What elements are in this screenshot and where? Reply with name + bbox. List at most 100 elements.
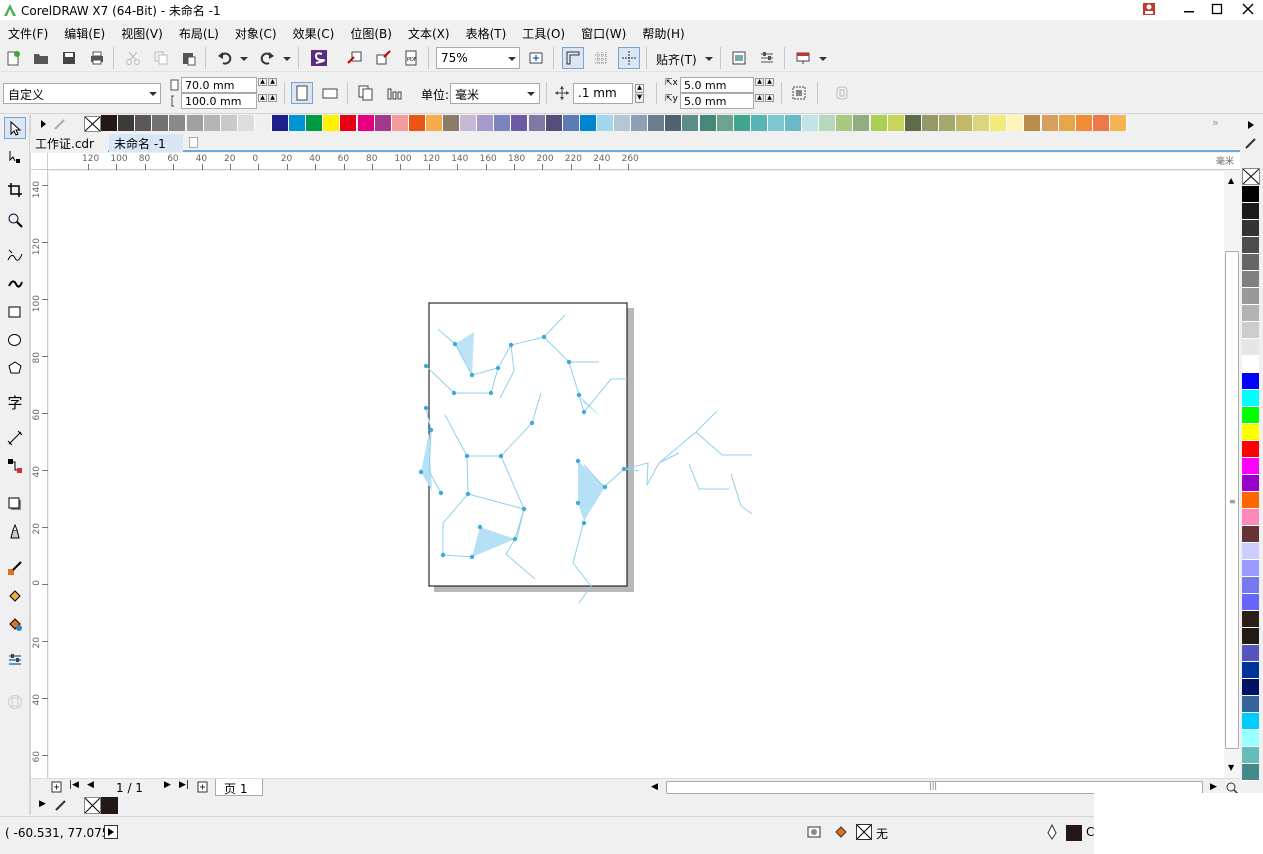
side-palette-swatch[interactable] [1242, 577, 1259, 594]
color-proof-icon[interactable] [806, 824, 822, 840]
side-palette-swatch[interactable] [1242, 390, 1259, 407]
portrait-orientation-icon[interactable] [291, 82, 313, 104]
palette-swatch[interactable] [135, 115, 153, 131]
palette-swatch[interactable] [443, 115, 461, 131]
side-palette-swatch[interactable] [1242, 288, 1259, 305]
dupy-spin-up[interactable]: ▲ [755, 94, 764, 102]
lock-bar-icon[interactable] [831, 82, 853, 104]
zoom-tool-icon[interactable] [4, 209, 26, 231]
side-palette-swatch[interactable] [1242, 458, 1259, 475]
duplicate-y-input[interactable]: 5.0 mm [680, 93, 754, 109]
palette-swatch[interactable] [1041, 115, 1059, 131]
no-color-swatch[interactable] [84, 116, 101, 132]
freehand-tool-icon[interactable] [4, 245, 26, 267]
dupy-spin-down[interactable]: ▲ [765, 94, 774, 102]
palette-swatch[interactable] [323, 115, 341, 131]
palette-more-icon[interactable]: » [1212, 116, 1219, 129]
side-palette-swatch[interactable] [1242, 271, 1259, 288]
landscape-orientation-icon[interactable] [319, 82, 341, 104]
publish-pdf-icon[interactable]: PDF [400, 47, 422, 69]
add-page-after-icon[interactable] [197, 781, 209, 793]
menu-layout[interactable]: 布局(L) [171, 22, 227, 42]
palette-swatch[interactable] [870, 115, 888, 131]
snap-dropdown-icon[interactable] [705, 57, 713, 61]
launcher-dropdown-icon[interactable] [819, 57, 827, 61]
show-grid-icon[interactable] [590, 47, 612, 69]
scroll-right-arrow-icon[interactable]: ▶ [1210, 782, 1217, 792]
palette-swatch[interactable] [819, 115, 837, 131]
units-dropdown-icon[interactable] [527, 92, 535, 96]
palette-swatch[interactable] [391, 115, 409, 131]
text-tool-icon[interactable]: 字 [4, 391, 26, 413]
palette-swatch[interactable] [545, 115, 563, 131]
palette-swatch[interactable] [562, 115, 580, 131]
all-pages-icon[interactable] [355, 82, 377, 104]
nudge-spin-up[interactable]: ▲ [635, 84, 644, 93]
scroll-left-arrow-icon[interactable]: ◀ [651, 782, 658, 792]
side-palette-swatch[interactable] [1242, 526, 1259, 543]
menu-object[interactable]: 对象(C) [227, 22, 285, 42]
palette-swatch[interactable] [716, 115, 734, 131]
new-tab-icon[interactable] [189, 137, 198, 148]
user-account-icon[interactable] [1135, 0, 1163, 18]
dupx-spin-up[interactable]: ▲ [755, 78, 764, 86]
palette-swatch[interactable] [990, 115, 1008, 131]
pick-tool-icon[interactable] [4, 117, 26, 139]
open-folder-icon[interactable] [30, 47, 52, 69]
redo-icon[interactable] [256, 47, 278, 69]
shape-tool-icon[interactable] [4, 145, 26, 167]
lock-toolbox-icon[interactable] [4, 691, 26, 713]
page-height-input[interactable]: 100.0 mm [181, 93, 257, 109]
palette-swatch[interactable] [1092, 115, 1110, 131]
transparency-tool-icon[interactable] [4, 521, 26, 543]
customize-toolbox-icon[interactable] [4, 649, 26, 671]
side-palette-swatch[interactable] [1242, 254, 1259, 271]
menu-text[interactable]: 文本(X) [400, 22, 458, 42]
zoom-to-page-icon[interactable] [525, 47, 547, 69]
menu-bitmaps[interactable]: 位图(B) [342, 22, 400, 42]
palette-swatch[interactable] [682, 115, 700, 131]
drawing-canvas[interactable] [49, 171, 1225, 778]
palette-swatch[interactable] [767, 115, 785, 131]
parallel-dimension-tool-icon[interactable] [4, 427, 26, 449]
application-launcher-icon[interactable] [792, 47, 814, 69]
palette-swatch[interactable] [665, 115, 683, 131]
side-palette-swatch[interactable] [1242, 679, 1259, 696]
palette-swatch[interactable] [904, 115, 922, 131]
side-palette-swatch[interactable] [1242, 696, 1259, 713]
height-spin-up[interactable]: ▲ [258, 94, 267, 102]
palette-swatch[interactable] [408, 115, 426, 131]
previous-page-icon[interactable]: ◀ [87, 780, 94, 790]
palette-swatch[interactable] [254, 115, 272, 131]
palette-swatch[interactable] [887, 115, 905, 131]
side-palette-swatch[interactable] [1242, 424, 1259, 441]
nudge-spin-down[interactable]: ▼ [635, 94, 644, 103]
palette-swatch[interactable] [802, 115, 820, 131]
palette-swatch[interactable] [921, 115, 939, 131]
export-icon[interactable] [372, 47, 394, 69]
redo-dropdown-icon[interactable] [283, 57, 291, 61]
doc-palette-eyedropper-icon[interactable] [54, 798, 68, 812]
add-page-before-icon[interactable] [51, 781, 63, 793]
new-document-icon[interactable] [2, 47, 24, 69]
palette-swatch[interactable] [152, 115, 170, 131]
vertical-ruler[interactable]: 140 120 100 80 60 40 20 0 20 40 60 [31, 170, 48, 778]
units-select[interactable]: 毫米 [450, 83, 540, 104]
side-palette-swatch[interactable] [1242, 475, 1259, 492]
palette-swatch[interactable] [237, 115, 255, 131]
side-palette-swatch[interactable] [1242, 407, 1259, 424]
print-icon[interactable] [86, 47, 108, 69]
menu-edit[interactable]: 编辑(E) [56, 22, 113, 42]
page-width-input[interactable]: 70.0 mm [181, 77, 257, 93]
show-rulers-icon[interactable] [562, 47, 584, 69]
import-icon[interactable] [344, 47, 366, 69]
right-palette-eyedropper-icon[interactable] [1244, 136, 1258, 150]
palette-swatch[interactable] [460, 115, 478, 131]
palette-swatch[interactable] [1109, 115, 1127, 131]
side-palette-swatch[interactable] [1242, 730, 1259, 747]
side-palette-swatch[interactable] [1242, 764, 1259, 781]
side-palette-swatch[interactable] [1242, 611, 1259, 628]
status-expand-icon[interactable] [104, 825, 118, 839]
doc-palette-no-color-swatch[interactable] [84, 797, 101, 814]
side-palette-swatch[interactable] [1242, 713, 1259, 730]
